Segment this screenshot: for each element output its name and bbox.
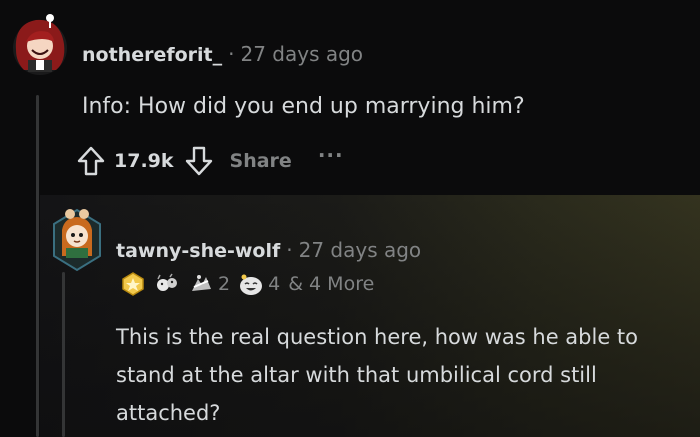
reply-meta: tawny-she-wolf · 27 days ago: [116, 238, 421, 262]
reply-username[interactable]: tawny-she-wolf: [116, 240, 280, 262]
wholesome-award-icon: [154, 271, 180, 297]
comment-meta: nothereforit_ · 27 days ago: [82, 42, 363, 66]
hugz-award-icon: [188, 271, 214, 297]
upvote-icon[interactable]: [76, 145, 106, 177]
avatar[interactable]: [10, 10, 70, 78]
more-awards-label[interactable]: & 4 More: [288, 273, 374, 295]
downvote-icon[interactable]: [184, 145, 214, 177]
meta-separator: ·: [228, 42, 235, 66]
reply-body-line: stand at the altar with that umbilical c…: [116, 363, 597, 387]
more-options-button[interactable]: ···: [318, 143, 344, 167]
helpful-award-icon: [120, 271, 146, 297]
hugz-award-count: 2: [218, 273, 231, 295]
username[interactable]: nothereforit_: [82, 44, 222, 66]
avatar-icon: [53, 208, 101, 272]
laughing-award-icon: [238, 271, 264, 297]
thread-line[interactable]: [36, 95, 39, 437]
share-button[interactable]: Share: [230, 150, 292, 172]
reply-thread-line[interactable]: [62, 272, 65, 437]
reply-timestamp[interactable]: 27 days ago: [299, 238, 422, 262]
reply-body: This is the real question here, how was …: [116, 318, 696, 432]
reply-avatar[interactable]: [50, 206, 104, 272]
laughing-award-count: 4: [268, 273, 281, 295]
awards-row[interactable]: 2 4 & 4 More: [120, 270, 374, 298]
meta-separator: ·: [286, 238, 293, 262]
vote-score: 17.9k: [114, 150, 174, 172]
comment-actions: 17.9k Share ···: [76, 143, 344, 179]
avatar-icon: [13, 14, 67, 75]
comment-body: Info: How did you end up marrying him?: [82, 94, 525, 119]
reply-body-line: attached?: [116, 401, 221, 425]
timestamp[interactable]: 27 days ago: [240, 42, 363, 66]
reply-body-line: This is the real question here, how was …: [116, 325, 639, 349]
